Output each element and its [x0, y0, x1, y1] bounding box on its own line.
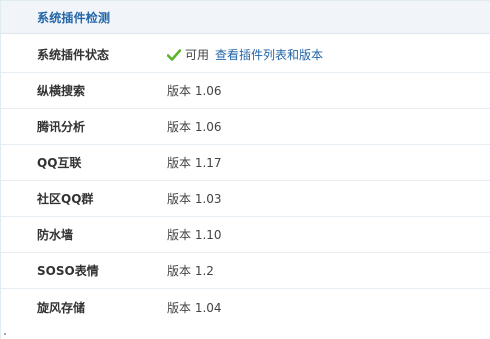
- plugin-version: 版本 1.06: [167, 84, 222, 98]
- plugin-name: QQ互联: [37, 156, 82, 170]
- plugin-row: 腾讯分析 版本 1.06: [1, 109, 490, 145]
- plugin-row: QQ互联 版本 1.17: [1, 145, 490, 181]
- check-icon: [166, 48, 182, 61]
- plugin-row: 防水墙 版本 1.10: [1, 217, 490, 253]
- plugin-name: 纵横搜索: [37, 84, 86, 98]
- status-text: 可用: [185, 48, 210, 62]
- status-row: 系统插件状态 可用 查看插件列表和版本: [1, 37, 490, 73]
- plugin-version: 版本 1.06: [167, 120, 222, 134]
- status-row-label: 系统插件状态: [37, 48, 110, 62]
- panel-title: 系统插件检测: [37, 10, 111, 25]
- plugin-name: 防水墙: [37, 228, 74, 242]
- corner-dot: [4, 333, 6, 335]
- plugin-name: 社区QQ群: [37, 192, 94, 206]
- plugin-check-panel: 系统插件检测 系统插件状态 可用 查看插件列表和版本 纵横搜索 版本 1.06 …: [0, 0, 490, 339]
- status-row-value: 可用 查看插件列表和版本: [166, 46, 323, 63]
- view-plugin-list-link[interactable]: 查看插件列表和版本: [215, 46, 323, 63]
- panel-header: 系统插件检测: [1, 1, 490, 34]
- plugin-name: 腾讯分析: [37, 120, 86, 134]
- plugin-name: 旋风存储: [37, 300, 86, 315]
- plugin-row: 社区QQ群 版本 1.03: [1, 181, 490, 217]
- plugin-version: 版本 1.04: [167, 300, 222, 315]
- plugin-name: SOSO表情: [37, 264, 99, 278]
- plugin-row: 纵横搜索 版本 1.06: [1, 73, 490, 109]
- plugin-version: 版本 1.10: [167, 228, 222, 242]
- plugin-row: SOSO表情 版本 1.2: [1, 253, 490, 289]
- plugin-version: 版本 1.17: [167, 156, 222, 170]
- plugin-version: 版本 1.03: [167, 192, 222, 206]
- plugin-version: 版本 1.2: [167, 264, 214, 278]
- plugin-rows: 系统插件状态 可用 查看插件列表和版本 纵横搜索 版本 1.06 腾讯分析 版本…: [1, 37, 490, 325]
- plugin-row: 旋风存储 版本 1.04: [1, 289, 490, 325]
